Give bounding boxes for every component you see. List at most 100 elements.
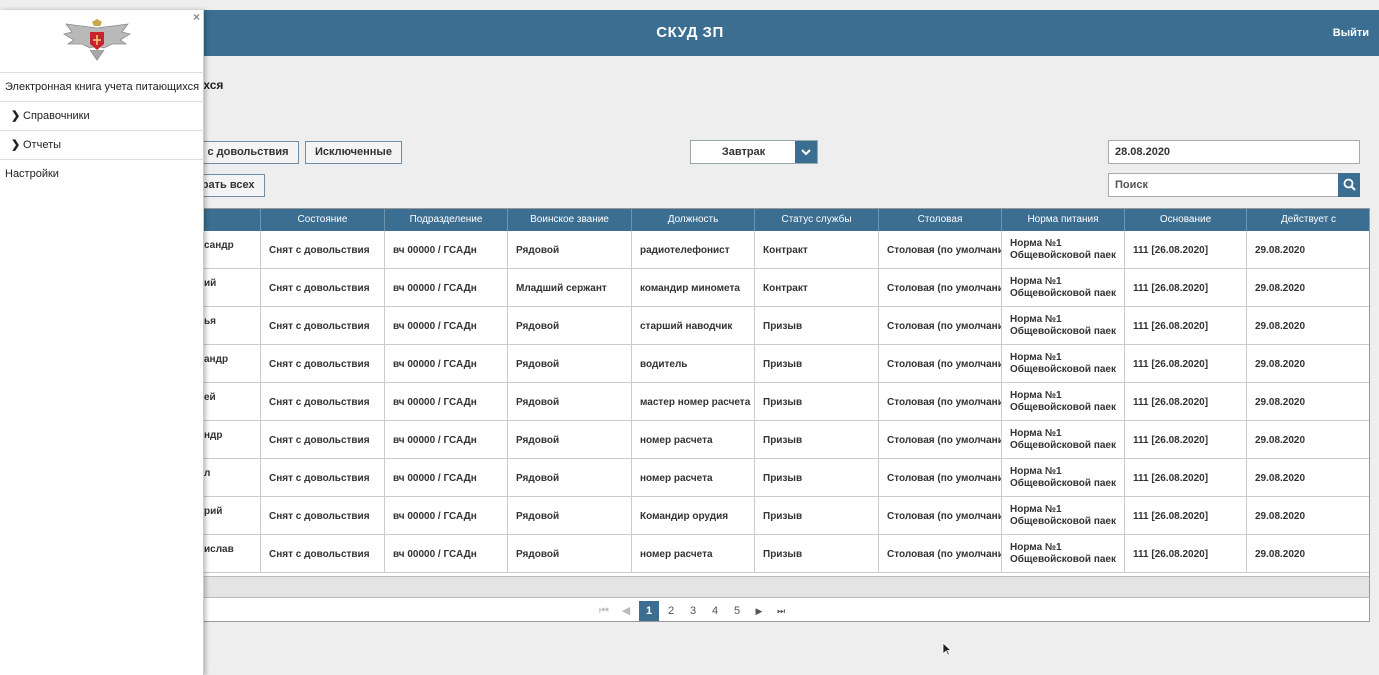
next-page-icon[interactable]: ▶ <box>749 601 769 621</box>
page-link-2[interactable]: 2 <box>661 601 681 621</box>
cell-since: 29.08.2020 <box>1247 459 1369 497</box>
close-icon[interactable]: × <box>193 10 200 24</box>
table-row[interactable]: ндр Снят с довольствия вч 00000 / ГСАДн Ряд… <box>136 421 1369 459</box>
cell-since: 29.08.2020 <box>1247 535 1369 573</box>
cell-unit: вч 00000 / ГСАДн <box>385 345 508 383</box>
cell-state: Снят с довольствия <box>261 535 385 573</box>
cell-basis: 111 [26.08.2020] <box>1125 383 1247 421</box>
page-link-1[interactable]: 1 <box>639 601 659 621</box>
cell-state: Снят с довольствия <box>261 421 385 459</box>
cell-basis: 111 [26.08.2020] <box>1125 497 1247 535</box>
horizontal-scrollbar[interactable] <box>136 576 1369 598</box>
table-row[interactable]: рий Снят с довольствия вч 00000 / ГСАДн Ряд… <box>136 497 1369 535</box>
col-norm-header[interactable]: Норма питания <box>1002 209 1125 231</box>
norm-number: Норма №1 <box>1010 314 1062 325</box>
cell-basis: 111 [26.08.2020] <box>1125 535 1247 573</box>
table-row[interactable]: сандр Снят с довольствия вч 00000 / ГСАДн Р… <box>136 231 1369 269</box>
cell-status: Призыв <box>755 383 879 421</box>
date-field[interactable]: 28.08.2020 <box>1108 140 1360 164</box>
norm-ration: Общевойсковой паек <box>1010 440 1116 451</box>
prev-page-icon[interactable]: ◀ <box>616 601 636 621</box>
table-row[interactable]: андр Снят с довольствия вч 00000 / ГСАДн Ря… <box>136 345 1369 383</box>
norm-text: Норма №1 Общевойсковой паек <box>1010 238 1116 262</box>
col-status-header[interactable]: Статус службы <box>755 209 879 231</box>
cell-rank: Рядовой <box>508 459 632 497</box>
sidebar-item-label: Справочники <box>23 110 90 122</box>
search-icon[interactable] <box>1338 173 1360 197</box>
cell-rank: Рядовой <box>508 497 632 535</box>
table-row[interactable]: ья Снят с довольствия вч 00000 / ГСАДн Рядо… <box>136 307 1369 345</box>
cell-norm: Норма №1 Общевойсковой паек <box>1002 421 1125 459</box>
cell-norm: Норма №1 Общевойсковой паек <box>1002 497 1125 535</box>
cell-since: 29.08.2020 <box>1247 383 1369 421</box>
col-state-header[interactable]: Состояние <box>261 209 385 231</box>
norm-text: Норма №1 Общевойсковой паек <box>1010 390 1116 414</box>
table-row[interactable]: л Снят с довольствия вч 00000 / ГСАДн Рядов… <box>136 459 1369 497</box>
norm-number: Норма №1 <box>1010 238 1062 249</box>
norm-text: Норма №1 Общевойсковой паек <box>1010 352 1116 376</box>
cell-unit: вч 00000 / ГСАДн <box>385 497 508 535</box>
sidebar-item-label: Отчеты <box>23 139 62 151</box>
meal-select-value: Завтрак <box>721 146 766 158</box>
cell-rank: Младший сержант <box>508 269 632 307</box>
norm-number: Норма №1 <box>1010 466 1062 477</box>
pager: ⏮ ◀ 1 2 3 4 5 ▶ ⏭ <box>136 599 1369 621</box>
table-row[interactable]: ий Снят с довольствия вч 00000 / ГСАДн Млад… <box>136 269 1369 307</box>
table-row[interactable]: ислав Снят с довольствия вч 00000 / ГСАДн Р… <box>136 535 1369 573</box>
logout-link[interactable]: Выйти <box>1333 10 1369 56</box>
cell-position: мастер номер расчета <box>632 383 755 421</box>
norm-ration: Общевойсковой паек <box>1010 554 1116 565</box>
col-basis-header[interactable]: Основание <box>1125 209 1247 231</box>
page-link-4[interactable]: 4 <box>705 601 725 621</box>
cell-basis: 111 [26.08.2020] <box>1125 269 1247 307</box>
chevron-right-icon: ❯ <box>11 139 21 151</box>
cell-unit: вч 00000 / ГСАДн <box>385 421 508 459</box>
cell-basis: 111 [26.08.2020] <box>1125 421 1247 459</box>
cell-since: 29.08.2020 <box>1247 345 1369 383</box>
chevron-down-icon[interactable] <box>795 141 817 163</box>
sidebar: × Электронная книга учета питающихся ❯ Сп… <box>0 10 204 675</box>
col-since-header[interactable]: Действует с <box>1247 209 1369 231</box>
sidebar-item-meal-book[interactable]: Электронная книга учета питающихся <box>0 73 204 102</box>
page-link-5[interactable]: 5 <box>727 601 747 621</box>
cell-rank: Рядовой <box>508 307 632 345</box>
cell-basis: 111 [26.08.2020] <box>1125 307 1247 345</box>
cell-canteen: Столовая (по умолчанию) <box>879 345 1002 383</box>
norm-text: Норма №1 Общевойсковой паек <box>1010 276 1116 300</box>
cell-status: Призыв <box>755 535 879 573</box>
cell-norm: Норма №1 Общевойсковой паек <box>1002 535 1125 573</box>
cell-since: 29.08.2020 <box>1247 231 1369 269</box>
norm-ration: Общевойсковой паек <box>1010 516 1116 527</box>
cell-canteen: Столовая (по умолчанию) <box>879 383 1002 421</box>
norm-text: Норма №1 Общевойсковой паек <box>1010 466 1116 490</box>
sidebar-item-directories[interactable]: ❯ Справочники <box>0 102 204 131</box>
cell-basis: 111 [26.08.2020] <box>1125 231 1247 269</box>
table-row[interactable]: ей Снят с довольствия вч 00000 / ГСАДн Рядо… <box>136 383 1369 421</box>
col-unit-header[interactable]: Подразделение <box>385 209 508 231</box>
cell-status: Призыв <box>755 421 879 459</box>
cell-state: Снят с довольствия <box>261 383 385 421</box>
last-page-icon[interactable]: ⏭ <box>771 601 791 621</box>
col-canteen-header[interactable]: Столовая <box>879 209 1002 231</box>
col-rank-header[interactable]: Воинское звание <box>508 209 632 231</box>
sidebar-item-settings[interactable]: Настройки <box>0 160 204 189</box>
excluded-button[interactable]: Исключенные <box>305 141 402 164</box>
data-grid: оСостояниеПодразделениеВоинское званиеДо… <box>135 208 1370 622</box>
search-input[interactable]: Поиск <box>1108 173 1339 197</box>
cell-since: 29.08.2020 <box>1247 421 1369 459</box>
meal-select[interactable]: Завтрак <box>690 140 818 164</box>
first-page-icon[interactable]: ⏮ <box>594 601 614 621</box>
cell-canteen: Столовая (по умолчанию) <box>879 269 1002 307</box>
norm-ration: Общевойсковой паек <box>1010 364 1116 375</box>
cell-canteen: Столовая (по умолчанию) <box>879 421 1002 459</box>
cell-status: Призыв <box>755 307 879 345</box>
cell-canteen: Столовая (по умолчанию) <box>879 307 1002 345</box>
sidebar-item-reports[interactable]: ❯ Отчеты <box>0 131 204 160</box>
cell-state: Снят с довольствия <box>261 497 385 535</box>
page-link-3[interactable]: 3 <box>683 601 703 621</box>
cell-state: Снят с довольствия <box>261 231 385 269</box>
cell-norm: Норма №1 Общевойсковой паек <box>1002 383 1125 421</box>
col-position-header[interactable]: Должность <box>632 209 755 231</box>
cell-status: Контракт <box>755 231 879 269</box>
cell-state: Снят с довольствия <box>261 345 385 383</box>
